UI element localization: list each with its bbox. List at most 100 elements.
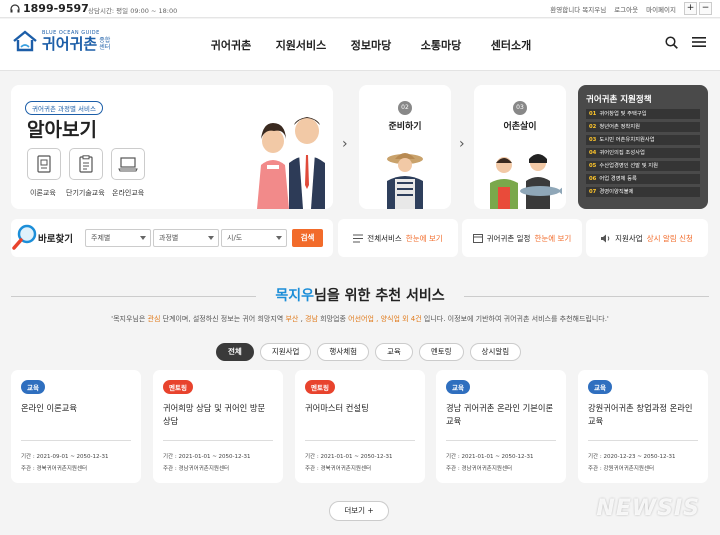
user-name: 목지우 (275, 288, 315, 304)
nav-item-center[interactable]: 센터소개 (476, 37, 546, 53)
site-logo[interactable]: BLUE OCEAN GUIDE 귀어귀촌 종합 센터 (12, 29, 110, 53)
menu-icon[interactable] (692, 36, 706, 48)
card-title: 귀어마스터 컨설팅 (305, 403, 369, 413)
clipboard-icon (79, 155, 93, 173)
service-card[interactable]: 교육 온라인 이론교육 기간 : 2021-09-01 ~ 2050-12-31… (11, 370, 141, 483)
policy-item[interactable]: 03 도시민 어촌유치지원사업 (586, 135, 700, 145)
filter-event[interactable]: 행사체험 (317, 343, 370, 361)
nav-item-community[interactable]: 소통마당 (406, 37, 476, 53)
theory-edu-button[interactable] (27, 148, 61, 180)
alert-signup-link[interactable]: 지원사업 상시 알림 신청 (586, 219, 708, 257)
magnifier-icon (12, 224, 37, 250)
course-select-value: 과정별 (159, 234, 179, 242)
phone-text: 1899-9597 (23, 2, 89, 15)
zoom-in-button[interactable]: + (684, 2, 697, 15)
card-title: 경남 귀어귀촌 온라인 기본이론교육 (446, 403, 554, 426)
filter-alert[interactable]: 상시알림 (469, 343, 522, 361)
policy-item[interactable]: 05 수산업경영인 선발 및 지원 (586, 161, 700, 171)
quick-search-label: 바로찾기 (38, 234, 73, 245)
calendar-icon (472, 234, 483, 243)
search-icon[interactable] (665, 36, 678, 49)
logo-center-1: 종합 (99, 37, 111, 44)
category-badge: 멘토링 (305, 380, 335, 394)
top-bar: 1899-9597 상담시간: 평일 09:00 ~ 18:00 환영합니다 목… (0, 0, 720, 18)
logo-center-2: 센터 (99, 44, 111, 51)
service-card[interactable]: 교육 경남 귀어귀촌 온라인 기본이론교육 기간 : 2021-01-01 ~ … (436, 370, 566, 483)
chevron-down-icon (276, 236, 282, 240)
course-select[interactable]: 과정별 (153, 229, 219, 247)
policy-item[interactable]: 06 어업 경영체 등록 (586, 174, 700, 184)
house-logo-icon (13, 30, 37, 52)
all-services-link[interactable]: 전체서비스 한눈에 보기 (338, 219, 458, 257)
category-badge: 교육 (588, 380, 612, 394)
step-label: 준비하기 (388, 122, 422, 132)
fisherman-illustration (387, 153, 423, 209)
region-select-value: 시/도 (227, 234, 243, 242)
chevron-down-icon (140, 236, 146, 240)
search-button[interactable]: 검색 (292, 229, 323, 247)
card-title: 귀어희망 상담 및 귀어인 방문 상담 (163, 403, 266, 426)
load-more-button[interactable]: 더보기 + (329, 501, 389, 521)
main-nav: 귀어귀촌 지원서비스 정보마당 소통마당 센터소개 (196, 37, 546, 53)
nav-item-info[interactable]: 정보마당 (336, 37, 406, 53)
card-host: 주관 : 경북귀어귀촌지원센터 (21, 466, 88, 472)
chevron-right-icon: › (342, 136, 348, 152)
speaker-icon (601, 234, 610, 242)
card-period: 기간 : 2021-01-01 ~ 2050-12-31 (446, 454, 534, 460)
alert-signup-highlight: 상시 알림 신청 (646, 233, 693, 243)
learn-card: 귀어귀촌 과정별 서비스 알아보기 이론교육 단기기술교육 온라인교육 (11, 85, 333, 209)
laptop-icon (118, 157, 138, 172)
couple-illustration (257, 117, 325, 209)
all-services-text: 전체서비스 (367, 233, 402, 243)
category-badge: 교육 (446, 380, 470, 394)
nav-item-guieo[interactable]: 귀어귀촌 (196, 37, 266, 53)
short-tech-edu-label: 단기기술교육 (66, 189, 105, 197)
welcome-text: 환영합니다 목지우님 (550, 6, 607, 14)
village-life-card[interactable]: 03 어촌살이 (474, 85, 566, 209)
topic-select-value: 주제별 (91, 234, 111, 242)
zoom-out-button[interactable]: − (699, 2, 712, 15)
chevron-right-icon: › (459, 136, 465, 152)
phone-number: 1899-9597 (10, 2, 89, 15)
filter-mentoring[interactable]: 멘토링 (418, 343, 464, 361)
service-card[interactable]: 멘토링 귀어희망 상담 및 귀어인 방문 상담 기간 : 2021-01-01 … (153, 370, 283, 483)
category-filters: 전체 지원사업 행사체험 교육 멘토링 상시알림 (216, 343, 522, 361)
card-period: 기간 : 2020-12-23 ~ 2050-12-31 (588, 454, 676, 460)
card-divider (305, 440, 415, 441)
recommend-title: 목지우님을 위한 추천 서비스 (0, 285, 720, 305)
online-edu-label: 온라인교육 (112, 189, 145, 197)
service-card[interactable]: 교육 강원귀어귀촌 창업과정 온라인 교육 기간 : 2020-12-23 ~ … (578, 370, 708, 483)
document-icon (37, 155, 51, 173)
service-card[interactable]: 멘토링 귀어마스터 컨설팅 기간 : 2021-01-01 ~ 2050-12-… (295, 370, 425, 483)
mypage-link[interactable]: 마이페이지 (646, 4, 676, 14)
short-tech-edu-button[interactable] (69, 148, 103, 180)
all-services-highlight: 한눈에 보기 (405, 233, 443, 243)
support-policy-panel: 귀어귀촌 지원정책 01 귀어창업 및 주택구입 02 청년어촌 정착지원 03 도시… (578, 85, 708, 209)
card-host: 주관 : 경북귀어귀촌지원센터 (305, 466, 372, 472)
filter-education[interactable]: 교육 (375, 343, 413, 361)
card-divider (588, 440, 698, 441)
card-host: 주관 : 강원귀어귀촌지원센터 (588, 466, 655, 472)
card-period: 기간 : 2021-01-01 ~ 2050-12-31 (163, 454, 251, 460)
quick-search-bar: 바로찾기 주제별 과정별 시/도 검색 (11, 219, 333, 257)
step-number: 03 (513, 101, 527, 115)
prepare-card[interactable]: 02 준비하기 (359, 85, 451, 209)
policy-item[interactable]: 07 경영이양직불제 (586, 187, 700, 197)
main-header: BLUE OCEAN GUIDE 귀어귀촌 종합 센터 귀어귀촌 지원서비스 정보… (0, 19, 720, 71)
process-pill: 귀어귀촌 과정별 서비스 (25, 101, 103, 115)
region-select[interactable]: 시/도 (221, 229, 287, 247)
policy-item[interactable]: 02 청년어촌 정착지원 (586, 122, 700, 132)
card-divider (446, 440, 556, 441)
filter-support[interactable]: 지원사업 (259, 343, 312, 361)
card-title: 온라인 이론교육 (21, 403, 78, 413)
schedule-link[interactable]: 귀어귀촌 일정 한눈에 보기 (462, 219, 582, 257)
logout-link[interactable]: 로그아웃 (614, 4, 638, 14)
topic-select[interactable]: 주제별 (85, 229, 151, 247)
card-divider (163, 440, 273, 441)
nav-item-support[interactable]: 지원서비스 (266, 37, 336, 53)
online-edu-button[interactable] (111, 148, 145, 180)
filter-all[interactable]: 전체 (216, 343, 254, 361)
policy-item[interactable]: 04 귀어인의집 조성사업 (586, 148, 700, 158)
consult-hours: 상담시간: 평일 09:00 ~ 18:00 (88, 7, 178, 15)
policy-item[interactable]: 01 귀어창업 및 주택구입 (586, 109, 700, 119)
